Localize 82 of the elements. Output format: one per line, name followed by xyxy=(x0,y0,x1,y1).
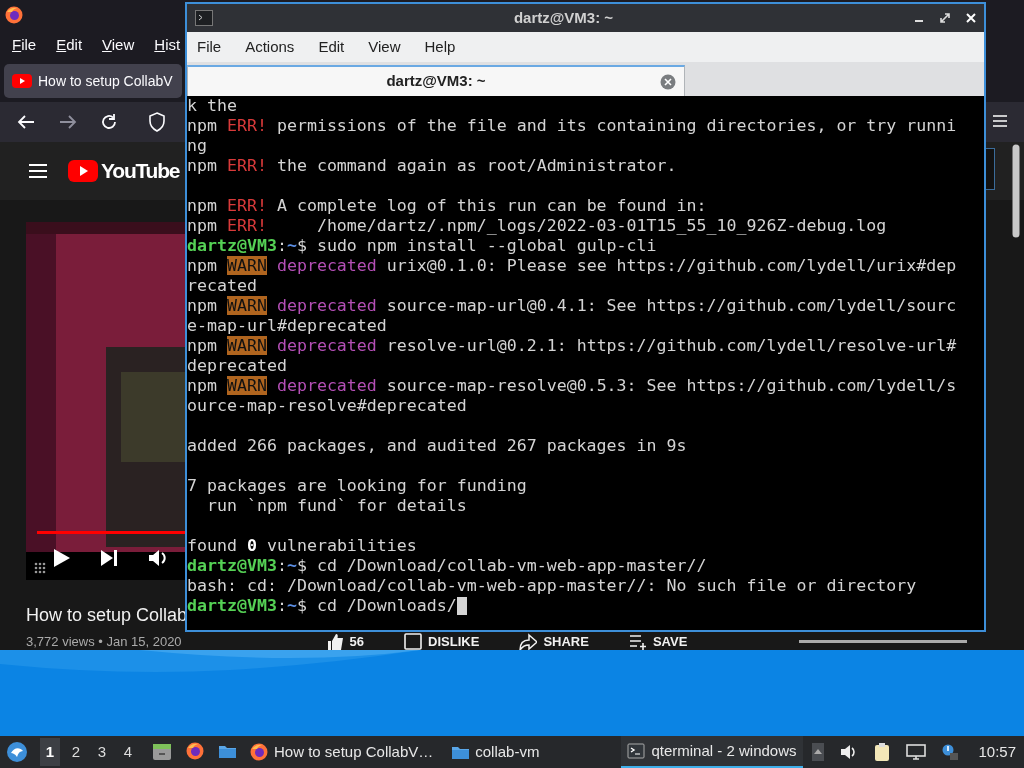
terminal-line: npm WARN deprecated urix@0.1.0: Please see https://github.com/lydell/urix#dep xyxy=(187,256,957,276)
taskbar-task[interactable]: qterminal - 2 windows xyxy=(621,736,803,768)
menu-item[interactable]: View xyxy=(368,35,401,59)
notification-icon[interactable] xyxy=(942,743,959,761)
terminal-line: recated xyxy=(187,276,257,296)
grid-icon xyxy=(34,562,46,574)
firefox-icon xyxy=(250,743,268,761)
menu-item[interactable]: Help xyxy=(424,35,456,59)
forward-icon[interactable] xyxy=(58,113,78,131)
terminal-line: npm ERR! A complete log of this run can be found in: xyxy=(187,196,707,216)
file-manager-icon[interactable] xyxy=(152,742,172,762)
firefox-icon xyxy=(5,6,23,24)
tab-title: dartz@VM3: ~ xyxy=(386,71,486,92)
scrollbar[interactable] xyxy=(1012,144,1020,238)
volume-icon[interactable] xyxy=(148,548,168,568)
taskbar-task[interactable]: How to setup CollabV… xyxy=(244,736,440,768)
terminal-line: added 266 packages, and audited 267 packages in 9s xyxy=(187,436,687,456)
terminal-line: 7 packages are looking for funding xyxy=(187,476,527,496)
firefox-icon[interactable] xyxy=(186,742,206,762)
terminal-line: found 0 vulnerabilities xyxy=(187,536,417,556)
workspace-button[interactable]: 2 xyxy=(66,738,86,766)
video-play-icon xyxy=(68,160,98,182)
terminal-line: dartz@VM3:~$ cd /Downloads/ xyxy=(187,596,457,615)
taskbar-task[interactable]: collab-vm xyxy=(445,736,546,768)
workspace-button[interactable]: 3 xyxy=(92,738,112,766)
menu-item[interactable]: Edit xyxy=(318,35,345,59)
menu-item[interactable]: Edit xyxy=(56,33,83,57)
shield-icon[interactable] xyxy=(148,112,166,132)
menu-icon[interactable] xyxy=(28,163,48,179)
action-label[interactable]: DISLIKE xyxy=(428,632,480,650)
menu-item[interactable]: Hist xyxy=(154,33,181,57)
clipboard-icon[interactable] xyxy=(874,742,891,762)
menu-item[interactable]: View xyxy=(102,33,135,57)
terminal-line: npm WARN deprecated source-map-url@0.4.1: See https://github.com/lydell/sourc xyxy=(187,296,957,316)
menu-item[interactable]: File xyxy=(12,33,37,57)
clock[interactable]: 10:57 xyxy=(978,740,1016,764)
terminal-line: deprecated xyxy=(187,356,287,376)
browser-tab[interactable]: How to setup CollabV xyxy=(4,64,182,98)
like-icon xyxy=(325,632,344,650)
network-icon[interactable] xyxy=(906,743,927,761)
video-play-icon xyxy=(12,74,32,88)
action-label[interactable]: SHARE xyxy=(543,632,589,650)
maximize-icon[interactable] xyxy=(940,13,950,23)
terminal-line: npm WARN deprecated resolve-url@0.2.1: https://github.com/lydell/resolve-url# xyxy=(187,336,957,356)
terminal-icon xyxy=(627,742,646,760)
scroll-up-icon[interactable] xyxy=(812,743,825,761)
start-menu-icon[interactable] xyxy=(6,741,28,763)
action-label[interactable]: SAVE xyxy=(652,632,688,650)
save-icon xyxy=(628,632,647,650)
action-label[interactable]: 56 xyxy=(349,632,365,650)
terminal-line: npm WARN deprecated source-map-resolve@0.5.3: See https://github.com/lydell/s xyxy=(187,376,957,396)
play-icon[interactable] xyxy=(53,548,71,568)
close-tab-icon[interactable] xyxy=(660,74,676,90)
terminal-line: npm ERR! /home/dartz/.npm/_logs/2022-03-01T15_55_10_926Z-debug.log xyxy=(187,216,887,236)
close-icon[interactable] xyxy=(966,13,976,23)
search-field[interactable] xyxy=(985,148,995,190)
terminal-line: dartz@VM3:~$ cd /Download/collab-vm-web-app-master// xyxy=(187,556,707,576)
terminal-line: ource-map-resolve#deprecated xyxy=(187,396,467,416)
terminal-line: run `npm fund` for details xyxy=(205,496,467,516)
next-icon[interactable] xyxy=(100,549,118,567)
terminal-tab[interactable]: dartz@VM3: ~ xyxy=(187,65,685,96)
menu-item[interactable]: File xyxy=(197,35,222,59)
terminal-line: dartz@VM3:~$ sudo npm install --global gulp-cli xyxy=(187,236,657,256)
terminal-line: k the xyxy=(187,96,237,116)
dislike-icon xyxy=(404,632,423,650)
tab-title: How to setup CollabV xyxy=(38,71,173,91)
menu-item[interactable]: Actions xyxy=(245,35,295,59)
terminal-line: e-map-url#deprecated xyxy=(187,316,387,336)
terminal-line: npm ERR! permissions of the file and its containing directories, or try runni xyxy=(187,116,957,136)
back-icon[interactable] xyxy=(16,113,36,131)
terminal-icon xyxy=(195,10,213,26)
site-logo[interactable]: YouTube xyxy=(101,155,180,187)
workspace-button[interactable]: 1 xyxy=(40,738,60,766)
share-icon xyxy=(519,632,538,650)
terminal-line: bash: cd: /Download/collab-vm-web-app-master//: No such file or directory xyxy=(187,576,917,596)
workspace-button[interactable]: 4 xyxy=(118,738,138,766)
terminal-line: ng xyxy=(187,136,207,156)
window-title: dartz@VM3: ~ xyxy=(512,7,615,28)
reload-icon[interactable] xyxy=(100,113,118,131)
terminal-line: npm ERR! the command again as root/Administrator. xyxy=(187,156,677,176)
video-stats: 3,772 views • Jan 15, 2020 xyxy=(26,633,182,650)
menu-icon[interactable] xyxy=(992,114,1008,128)
